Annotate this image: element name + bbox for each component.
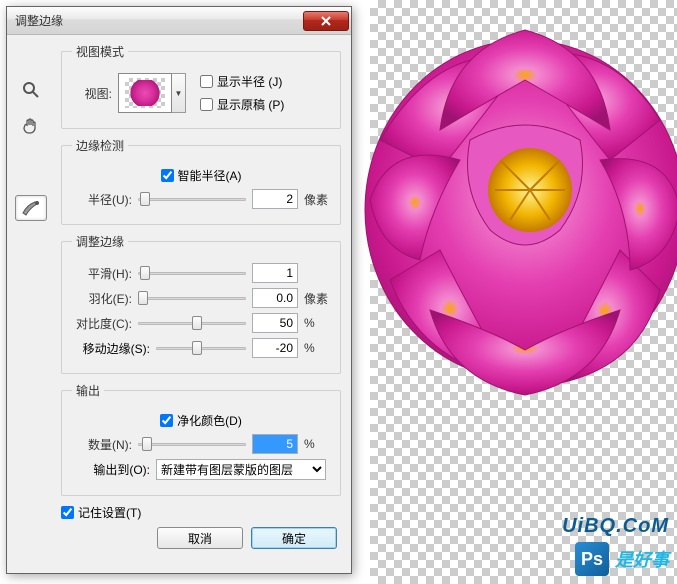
show-radius-label: 显示半径 (J) (217, 73, 282, 90)
magnifier-icon (22, 81, 40, 99)
view-label: 视图: (72, 85, 112, 102)
view-mode-legend: 视图模式 (72, 43, 128, 60)
amount-label: 数量(N): (72, 436, 132, 453)
view-mode-group: 视图模式 视图: ▼ 显示半径 (J) 显示原稿 (P) (61, 43, 341, 129)
button-row: 取消 确定 (17, 521, 341, 549)
radius-slider[interactable] (138, 190, 246, 208)
canvas-area[interactable]: UiBQ.CoM Ps 是好事 (370, 0, 677, 584)
output-to-label: 输出到(O): (72, 461, 150, 478)
close-button[interactable] (303, 11, 349, 31)
refine-group: 调整边缘 平滑(H): 羽化(E): 像素 对比度(C): % 移动边缘(S): (61, 233, 341, 374)
hand-tool[interactable] (15, 113, 47, 139)
contrast-label: 对比度(C): (72, 315, 132, 332)
ok-button[interactable]: 确定 (251, 527, 337, 549)
show-original-label: 显示原稿 (P) (217, 96, 284, 113)
smart-radius-label: 智能半径(A) (178, 167, 242, 184)
ps-logo: Ps (575, 542, 609, 576)
view-preview-combo[interactable]: ▼ (118, 73, 186, 113)
zoom-tool[interactable] (15, 77, 47, 103)
output-group: 输出 净化颜色(D) 数量(N): % 输出到(O): 新建带有图层蒙版的图层 (61, 382, 341, 496)
smooth-input[interactable] (252, 263, 298, 283)
chevron-down-icon[interactable]: ▼ (172, 73, 186, 113)
watermark-url: UiBQ.CoM (562, 515, 669, 538)
show-original-checkbox[interactable]: 显示原稿 (P) (200, 96, 284, 113)
feather-label: 羽化(E): (72, 290, 132, 307)
watermark: Ps 是好事 (575, 542, 669, 576)
flower-image (360, 20, 677, 400)
refine-legend: 调整边缘 (72, 233, 128, 250)
smooth-label: 平滑(H): (72, 265, 132, 282)
view-preview (118, 73, 172, 113)
feather-input[interactable] (252, 288, 298, 308)
contrast-slider[interactable] (138, 314, 246, 332)
watermark-text: 是好事 (615, 546, 669, 572)
brush-icon (21, 199, 41, 217)
output-legend: 输出 (72, 382, 104, 399)
contrast-unit: % (304, 316, 330, 330)
edge-detection-legend: 边缘检测 (72, 137, 128, 154)
output-to-select[interactable]: 新建带有图层蒙版的图层 (156, 459, 326, 480)
radius-unit: 像素 (304, 191, 330, 208)
decontaminate-label: 净化颜色(D) (177, 412, 242, 429)
tool-column (15, 77, 51, 221)
close-icon (321, 16, 331, 26)
feather-unit: 像素 (304, 290, 330, 307)
amount-input[interactable] (252, 434, 298, 454)
shift-label: 移动边缘(S): (72, 340, 150, 357)
hand-icon (22, 117, 40, 135)
shift-slider[interactable] (156, 339, 246, 357)
dialog-title: 调整边缘 (15, 12, 303, 29)
contrast-input[interactable] (252, 313, 298, 333)
show-radius-checkbox[interactable]: 显示半径 (J) (200, 73, 284, 90)
cancel-button[interactable]: 取消 (157, 527, 243, 549)
remember-label: 记住设置(T) (78, 504, 141, 521)
titlebar[interactable]: 调整边缘 (7, 7, 351, 35)
feather-slider[interactable] (138, 289, 246, 307)
refine-brush-tool[interactable] (15, 195, 47, 221)
amount-slider[interactable] (138, 435, 246, 453)
edge-detection-group: 边缘检测 智能半径(A) 半径(U): 像素 (61, 137, 341, 225)
shift-unit: % (304, 341, 330, 355)
remember-checkbox[interactable]: 记住设置(T) (61, 504, 341, 521)
refine-edge-dialog: 调整边缘 视图模式 视图: ▼ (6, 6, 352, 574)
smart-radius-checkbox[interactable]: 智能半径(A) (161, 167, 242, 184)
smooth-slider[interactable] (138, 264, 246, 282)
radius-label: 半径(U): (72, 191, 132, 208)
decontaminate-checkbox[interactable]: 净化颜色(D) (160, 412, 242, 429)
shift-input[interactable] (252, 338, 298, 358)
radius-input[interactable] (252, 189, 298, 209)
amount-unit: % (304, 437, 330, 451)
